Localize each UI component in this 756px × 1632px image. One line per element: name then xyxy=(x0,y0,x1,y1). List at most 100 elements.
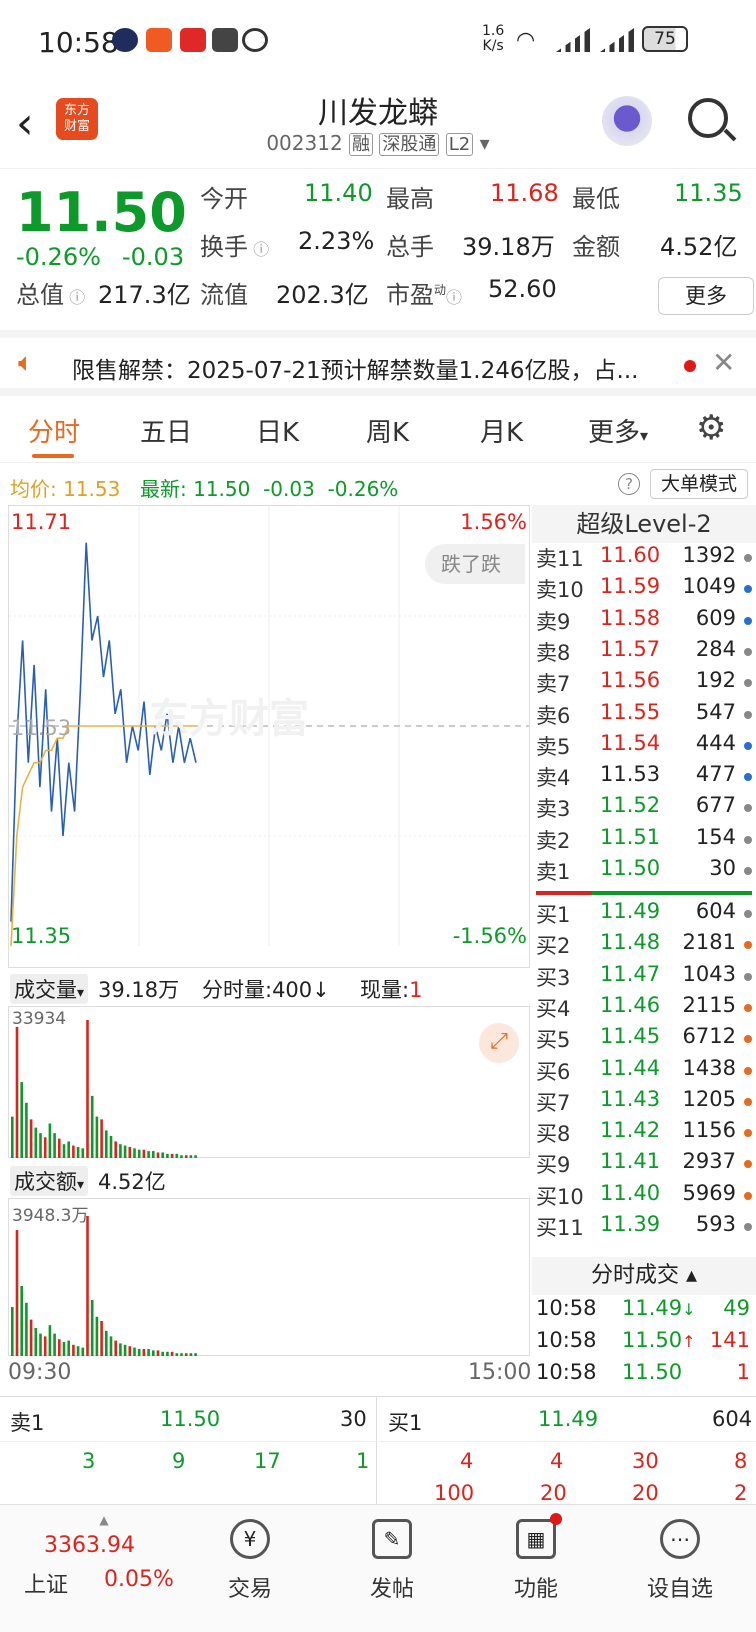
ask-row: 卖8 11.57 284 xyxy=(532,637,756,668)
earth-app-icon xyxy=(112,28,138,52)
order-dot-icon xyxy=(744,941,752,950)
buy-detail-qty: 30 xyxy=(632,1449,659,1473)
change-amount: -0.03 xyxy=(122,243,185,271)
volume-selector[interactable]: 成交量▾ xyxy=(10,974,89,1004)
volume-bar xyxy=(20,1082,23,1158)
amount-selector[interactable]: 成交额▾ xyxy=(10,1166,89,1196)
volume-bar xyxy=(194,1353,197,1356)
volume-bar xyxy=(53,1133,56,1158)
settings-gear-icon[interactable]: ⚙ xyxy=(696,408,726,448)
bid-qty: 2937 xyxy=(682,1149,736,1174)
bid-row: 买10 11.40 5969 xyxy=(532,1181,756,1212)
bid-level-label: 买1 xyxy=(536,903,571,927)
order-dot-icon xyxy=(744,804,752,813)
ask-qty: 154 xyxy=(695,824,736,849)
ask-qty: 192 xyxy=(695,668,736,693)
buy-detail-qty: 4 xyxy=(550,1449,564,1473)
float-label: 流值 xyxy=(200,281,248,309)
nav-trade[interactable]: ¥ 交易 xyxy=(200,1505,300,1603)
volume-bar xyxy=(189,1353,193,1356)
ask-level-label: 卖6 xyxy=(536,703,571,728)
grid-icon: ▦ xyxy=(516,1519,556,1559)
turnover-value: 2.23% xyxy=(298,227,375,255)
chart-top-price: 11.71 xyxy=(11,510,72,534)
more-button[interactable]: 更多 xyxy=(658,277,754,315)
volume-bar xyxy=(175,1153,179,1158)
nav-post[interactable]: ✎ 发帖 xyxy=(342,1505,442,1603)
volume-bar xyxy=(100,1119,103,1158)
fall-popup[interactable]: 跌了跌 xyxy=(425,544,525,584)
volume-bar xyxy=(194,1155,197,1158)
volume-bar xyxy=(142,1149,146,1158)
volume-bar xyxy=(48,1123,52,1158)
close-icon[interactable]: ✕ xyxy=(712,346,735,379)
volume-bar xyxy=(119,1343,122,1356)
nav-functions[interactable]: ▦ 功能 xyxy=(486,1505,586,1603)
bid-qty: 2115 xyxy=(682,992,736,1017)
trades-title[interactable]: 分时成交 ▴ xyxy=(532,1257,756,1295)
bid-qty: 5969 xyxy=(682,1180,736,1205)
nav-add-watchlist[interactable]: ⋯ 设自选 xyxy=(630,1505,730,1603)
volume-bar xyxy=(86,1020,89,1158)
tab-five-day[interactable]: 五日 xyxy=(140,412,192,449)
volume-label: 总手 xyxy=(386,233,434,261)
trade-time: 10:58 xyxy=(536,1360,597,1384)
pe-label: 市盈动ⓘ xyxy=(386,281,463,309)
volume-bar xyxy=(161,1351,164,1356)
index-ticker[interactable]: ▲ 3363.94 上证 0.05% xyxy=(24,1513,184,1598)
volume-value: 39.18万 xyxy=(462,233,555,261)
bottom-nav: ▲ 3363.94 上证 0.05% ¥ 交易 ✎ 发帖 ▦ 功能 ⋯ 设自选 xyxy=(0,1504,756,1632)
volume-bar xyxy=(109,1336,113,1356)
tab-weekly-k[interactable]: 周K xyxy=(366,412,409,449)
chart-mid-price: 11.53 xyxy=(11,716,72,740)
bid-row: 买9 11.41 2937 xyxy=(532,1149,756,1180)
tab-daily-k[interactable]: 日K xyxy=(256,412,299,449)
nav-functions-label: 功能 xyxy=(513,1577,558,1602)
tab-intraday[interactable]: 分时 xyxy=(28,412,80,449)
wifi-icon: ◠ xyxy=(516,28,536,53)
order-dot-icon xyxy=(744,554,752,562)
volume-bar xyxy=(180,1155,183,1158)
volume-bar xyxy=(72,1145,75,1158)
divider xyxy=(376,1397,377,1505)
trade-price: 11.49↓ xyxy=(622,1296,696,1320)
time-start: 09:30 xyxy=(8,1360,72,1385)
trade-time: 10:58 xyxy=(536,1296,597,1320)
bid-row: 买7 11.43 1205 xyxy=(532,1087,756,1118)
net-speed: 1.6 K/s xyxy=(482,23,505,54)
help-icon[interactable]: ? xyxy=(618,473,640,495)
search-icon[interactable] xyxy=(688,98,728,138)
tab-monthly-k[interactable]: 月K xyxy=(480,412,523,449)
bid-level-label: 买11 xyxy=(536,1216,584,1240)
ask-row: 卖1 11.50 30 xyxy=(532,856,756,887)
bid-row: 买11 11.39 593 xyxy=(532,1212,756,1243)
buy-detail-qty: 4 xyxy=(460,1449,474,1473)
chevron-up-icon: ▲ xyxy=(99,1513,109,1527)
big-order-mode-button[interactable]: 大单模式 xyxy=(650,469,748,499)
avg-price: 均价: 11.53 xyxy=(10,477,121,501)
low-value: 11.35 xyxy=(674,179,743,207)
active-tab-indicator xyxy=(32,454,74,458)
volume-bar xyxy=(175,1353,179,1356)
volume-bar xyxy=(147,1349,150,1356)
bid-level-label: 买6 xyxy=(536,1059,571,1084)
sell-detail-qty: 1 xyxy=(356,1449,370,1473)
ask-level-label: 卖3 xyxy=(536,797,571,822)
order-dot-icon xyxy=(744,867,752,875)
badge-dot xyxy=(550,1513,562,1525)
chevron-down-icon[interactable]: ▾ xyxy=(480,131,490,155)
volume-bar xyxy=(147,1151,150,1158)
order-dot-icon xyxy=(744,1066,752,1075)
ask-price: 11.58 xyxy=(600,605,661,630)
volume-bar xyxy=(180,1353,183,1356)
assistant-robot-icon[interactable] xyxy=(602,96,652,146)
notice-bar[interactable]: 🔈︎ 限售解禁：2025-07-21预计解禁数量1.246亿股，占... ✕ xyxy=(0,330,756,396)
tab-more[interactable]: 更多▾ xyxy=(588,412,648,449)
intraday-chart[interactable]: 东方财富 11.71 1.56% 11.53 11.35 -1.56% 跌了跌 xyxy=(8,505,530,968)
bid-level-label: 买7 xyxy=(536,1090,571,1115)
volume-bar xyxy=(114,1141,117,1158)
volume-bar xyxy=(39,1333,42,1356)
ask-level-label: 卖2 xyxy=(536,828,571,853)
ask-price: 11.53 xyxy=(600,762,661,787)
sell-detail-qty: 3 xyxy=(82,1449,96,1473)
